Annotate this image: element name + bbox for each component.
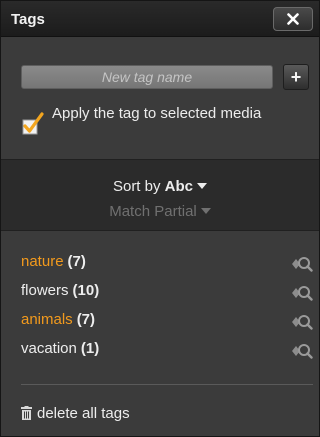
tag-name[interactable]: animals (7) bbox=[21, 311, 95, 328]
tag-count: (10) bbox=[72, 282, 100, 299]
find-tagged-icon[interactable] bbox=[291, 284, 313, 302]
match-value: Partial bbox=[154, 203, 197, 220]
add-tag-button[interactable]: + bbox=[283, 64, 309, 90]
tag-count: (7) bbox=[67, 253, 86, 270]
tag-label: flowers bbox=[21, 282, 69, 299]
apply-tag-label: Apply the tag to selected media bbox=[52, 105, 262, 122]
tag-count: (7) bbox=[76, 311, 96, 328]
sort-by-label: Sort by bbox=[112, 178, 161, 195]
find-tagged-icon[interactable] bbox=[291, 255, 313, 273]
find-tagged-icon[interactable] bbox=[291, 313, 313, 331]
chevron-down-icon bbox=[197, 182, 208, 189]
chevron-down-icon bbox=[200, 207, 211, 214]
match-dropdown[interactable]: Match Partial bbox=[1, 203, 319, 220]
trash-icon bbox=[21, 406, 32, 420]
tag-name[interactable]: nature (7) bbox=[21, 253, 86, 270]
apply-tag-checkbox[interactable] bbox=[21, 111, 45, 137]
tags-panel: Tags + Apply the tag to selected media S… bbox=[0, 0, 320, 437]
tag-label: vacation bbox=[21, 340, 77, 357]
sort-by-dropdown[interactable]: Sort by Abc bbox=[1, 178, 319, 195]
panel-title: Tags bbox=[11, 11, 45, 28]
delete-all-tags-label: delete all tags bbox=[37, 404, 130, 422]
list-item[interactable]: animals (7) bbox=[1, 311, 319, 333]
match-label: Match bbox=[109, 203, 151, 220]
tag-count: (1) bbox=[80, 340, 100, 357]
list-item[interactable]: flowers (10) bbox=[1, 282, 319, 304]
divider bbox=[21, 384, 313, 385]
tag-name[interactable]: flowers (10) bbox=[21, 282, 99, 299]
find-tagged-icon[interactable] bbox=[291, 342, 313, 360]
panel-titlebar: Tags bbox=[1, 1, 319, 37]
close-button[interactable] bbox=[273, 7, 313, 31]
tag-label: nature bbox=[21, 253, 64, 270]
list-item[interactable]: vacation (1) bbox=[1, 340, 319, 362]
sort-options: Sort by Abc Match Partial bbox=[1, 159, 319, 231]
tag-name[interactable]: vacation (1) bbox=[21, 340, 99, 357]
sort-by-value: Abc bbox=[164, 178, 194, 195]
delete-all-tags-button[interactable]: delete all tags bbox=[21, 404, 130, 422]
tag-label: animals bbox=[21, 311, 73, 328]
new-tag-input[interactable] bbox=[21, 65, 273, 89]
list-item[interactable]: nature (7) bbox=[1, 253, 319, 275]
close-icon bbox=[287, 13, 299, 25]
